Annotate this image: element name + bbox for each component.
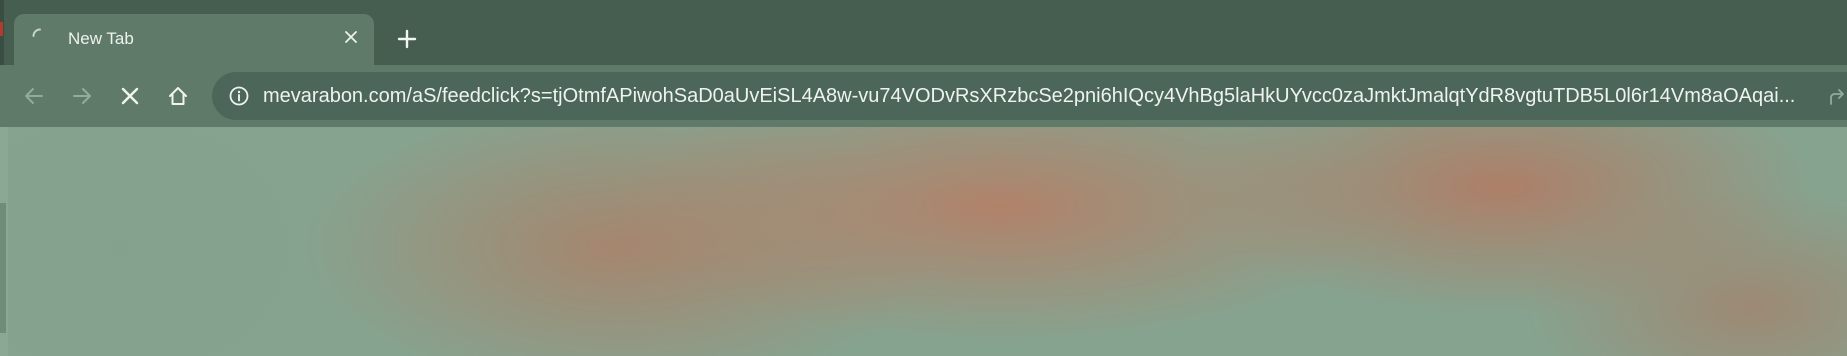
arrow-right-icon	[73, 88, 91, 104]
url-text[interactable]: mevarabon.com/aS/feedclick?s=tjOtmfAPiwo…	[263, 84, 1847, 108]
content-left-shadow	[0, 203, 6, 333]
stop-loading-button[interactable]	[113, 79, 147, 113]
tab-new-tab[interactable]: New Tab	[14, 14, 374, 65]
plus-icon	[397, 29, 417, 49]
tab-strip: New Tab	[0, 0, 1847, 65]
window-left-accent	[0, 22, 3, 36]
browser-window: New Tab mevarabon.com/aS/feedclick?s=tjO…	[0, 0, 1847, 356]
tab-close-button[interactable]	[340, 26, 362, 48]
close-icon	[121, 87, 139, 105]
new-tab-button[interactable]	[392, 24, 422, 54]
page-content	[0, 127, 1847, 356]
toolbar: mevarabon.com/aS/feedclick?s=tjOtmfAPiwo…	[0, 65, 1847, 127]
loading-spinner-icon	[32, 28, 48, 44]
close-icon	[345, 31, 357, 43]
tab-title: New Tab	[68, 29, 134, 48]
share-icon[interactable]	[1827, 84, 1847, 108]
forward-button[interactable]	[65, 79, 99, 113]
arrow-left-icon	[25, 88, 43, 104]
home-button[interactable]	[161, 79, 195, 113]
back-button[interactable]	[17, 79, 51, 113]
info-icon[interactable]	[228, 85, 250, 107]
home-icon	[169, 87, 187, 105]
address-bar[interactable]: mevarabon.com/aS/feedclick?s=tjOtmfAPiwo…	[212, 72, 1847, 120]
